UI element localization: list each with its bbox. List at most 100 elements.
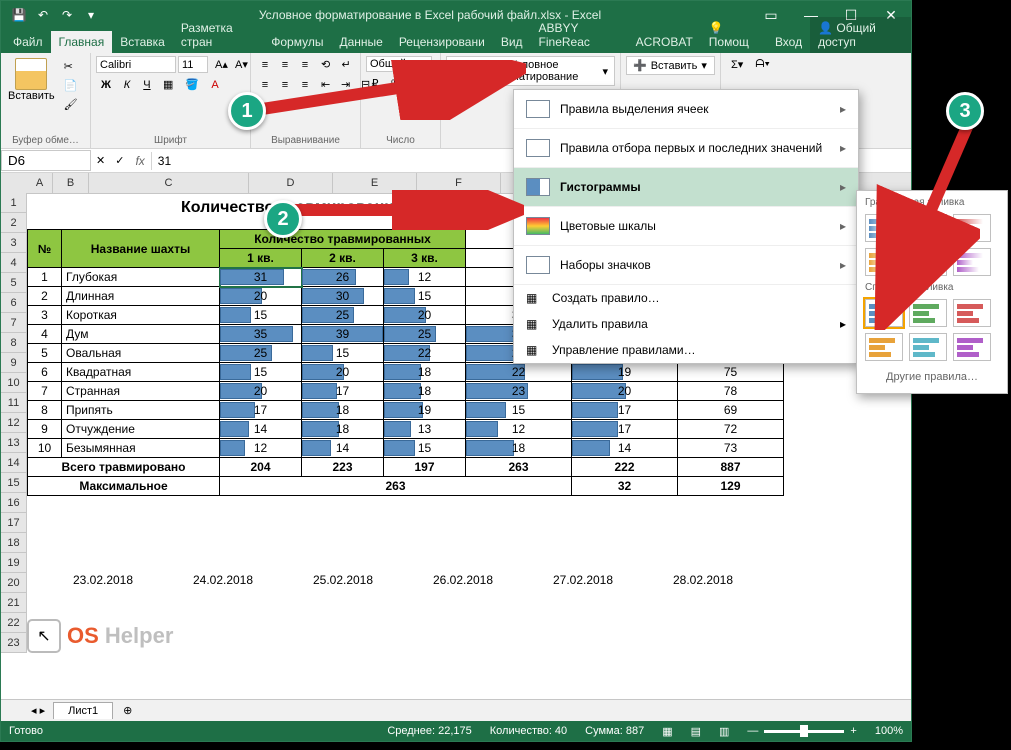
row-header[interactable]: 10 — [1, 373, 26, 393]
row-header[interactable]: 5 — [1, 273, 26, 293]
row-header[interactable]: 2 — [1, 213, 26, 233]
solid-bar-swatch[interactable] — [865, 333, 903, 361]
color-scales-icon — [526, 217, 550, 235]
row-header[interactable]: 17 — [1, 513, 26, 533]
row-header[interactable]: 18 — [1, 533, 26, 553]
tab-insert[interactable]: Вставка — [112, 31, 173, 53]
row-header[interactable]: 9 — [1, 353, 26, 373]
row-header[interactable]: 7 — [1, 313, 26, 333]
underline-button[interactable]: Ч — [138, 76, 156, 93]
view-layout-icon[interactable]: ▤ — [691, 725, 701, 738]
cf-new-rule[interactable]: ▦Создать правило… — [514, 285, 858, 311]
row-header[interactable]: 21 — [1, 593, 26, 613]
tab-abbyy[interactable]: ABBYY FineReac — [531, 17, 628, 53]
th-q3: 3 кв. — [384, 249, 466, 268]
insert-cells-button[interactable]: ➕ Вставить▾ — [626, 56, 715, 75]
row-header[interactable]: 13 — [1, 433, 26, 453]
row-header[interactable]: 15 — [1, 473, 26, 493]
view-break-icon[interactable]: ▥ — [719, 725, 729, 738]
tab-share[interactable]: 👤 Общий доступ — [810, 17, 911, 53]
row-header[interactable]: 1 — [1, 193, 26, 213]
add-sheet-icon[interactable]: ⊕ — [113, 704, 142, 717]
zoom-level[interactable]: 100% — [875, 725, 903, 737]
name-box[interactable] — [1, 150, 91, 171]
row-header[interactable]: 22 — [1, 613, 26, 633]
sheet-tab[interactable]: Лист1 — [53, 702, 113, 719]
bold-button[interactable]: Ж — [96, 76, 116, 93]
tab-help[interactable]: 💡 Помощ — [701, 17, 767, 53]
solid-bar-swatch[interactable] — [909, 333, 947, 361]
shrink-font-icon[interactable]: A▾ — [230, 56, 248, 73]
font-name-select[interactable] — [96, 56, 176, 73]
row-header[interactable]: 12 — [1, 413, 26, 433]
row-header[interactable]: 3 — [1, 233, 26, 253]
manage-rules-icon: ▦ — [526, 343, 542, 357]
row-header[interactable]: 14 — [1, 453, 26, 473]
align-label: Выравнивание — [256, 133, 355, 148]
tab-data[interactable]: Данные — [331, 31, 390, 53]
sort-filter-icon[interactable]: ᗩ▾ — [750, 56, 775, 73]
format-painter-icon[interactable]: 🖌 — [59, 96, 83, 113]
group-font: A▴ A▾ Ж К Ч ▦ 🪣 A Шрифт — [91, 53, 251, 148]
insert-cells-icon: ➕ — [633, 59, 647, 72]
tab-login[interactable]: Вход — [767, 31, 810, 53]
cf-icon-sets[interactable]: Наборы значков▸ — [514, 246, 858, 285]
cf-data-bars[interactable]: Гистограммы▸ — [514, 168, 858, 207]
status-ready: Готово — [9, 725, 43, 737]
cf-highlight-rules[interactable]: Правила выделения ячеек▸ — [514, 90, 858, 129]
th-num: № — [28, 230, 62, 268]
view-normal-icon[interactable]: ▦ — [662, 725, 672, 738]
zoom-slider[interactable]: — + — [747, 725, 856, 737]
solid-bar-swatch[interactable] — [953, 333, 991, 361]
cf-manage-rules[interactable]: ▦Управление правилами… — [514, 337, 858, 363]
font-color-icon[interactable]: A — [206, 76, 224, 93]
row-header[interactable]: 4 — [1, 253, 26, 273]
cf-clear-rules[interactable]: ▦Удалить правила▸ — [514, 311, 858, 337]
col-header[interactable]: A — [27, 173, 53, 193]
fx-cancel-icon[interactable]: ✕ — [91, 152, 110, 169]
more-rules-link[interactable]: Другие правила… — [861, 365, 1003, 389]
annotation-badge-3: 3 — [946, 92, 984, 130]
autosum-icon[interactable]: Σ▾ — [726, 56, 748, 73]
max-label: Максимальное — [28, 477, 220, 496]
copy-icon[interactable]: 📄 — [59, 77, 83, 94]
fill-color-icon[interactable]: 🪣 — [180, 76, 204, 93]
th-q1: 1 кв. — [220, 249, 302, 268]
save-icon[interactable]: 💾 — [9, 5, 29, 25]
status-avg: Среднее: 22,175 — [387, 725, 471, 737]
cf-color-scales[interactable]: Цветовые шкалы▸ — [514, 207, 858, 246]
tab-file[interactable]: Файл — [5, 31, 51, 53]
row-header[interactable]: 20 — [1, 573, 26, 593]
fx-enter-icon[interactable]: ✓ — [110, 152, 129, 169]
row-header[interactable]: 16 — [1, 493, 26, 513]
row-header[interactable]: 19 — [1, 553, 26, 573]
tab-view[interactable]: Вид — [493, 31, 531, 53]
font-size-select[interactable] — [178, 56, 208, 73]
undo-icon[interactable]: ↶ — [33, 5, 53, 25]
paste-button[interactable]: Вставить — [6, 56, 57, 115]
row-header[interactable]: 8 — [1, 333, 26, 353]
redo-icon[interactable]: ↷ — [57, 5, 77, 25]
grow-font-icon[interactable]: A▴ — [210, 56, 228, 73]
col-header[interactable]: C — [89, 173, 249, 193]
cf-top-bottom-rules[interactable]: Правила отбора первых и последних значен… — [514, 129, 858, 168]
cut-icon[interactable]: ✂ — [59, 58, 83, 75]
italic-button[interactable]: К — [118, 76, 136, 93]
sheet-nav-icon[interactable]: ◂ ▸ — [31, 704, 45, 717]
tab-home[interactable]: Главная — [51, 31, 113, 53]
row-header[interactable]: 11 — [1, 393, 26, 413]
tab-layout[interactable]: Разметка стран — [173, 17, 263, 53]
annotation-arrow-3 — [870, 120, 980, 330]
cursor-icon: ↖ — [27, 619, 61, 653]
tab-review[interactable]: Рецензировани — [391, 31, 493, 53]
paste-icon — [15, 58, 47, 90]
row-header[interactable]: 6 — [1, 293, 26, 313]
tab-formulas[interactable]: Формулы — [263, 31, 331, 53]
col-header[interactable]: B — [53, 173, 89, 193]
tab-acrobat[interactable]: ACROBAT — [628, 31, 701, 53]
data-bars-icon — [526, 178, 550, 196]
row-header[interactable]: 23 — [1, 633, 26, 653]
borders-icon[interactable]: ▦ — [158, 76, 178, 93]
fx-icon[interactable]: fx — [129, 154, 150, 168]
qat-more-icon[interactable]: ▾ — [81, 5, 101, 25]
